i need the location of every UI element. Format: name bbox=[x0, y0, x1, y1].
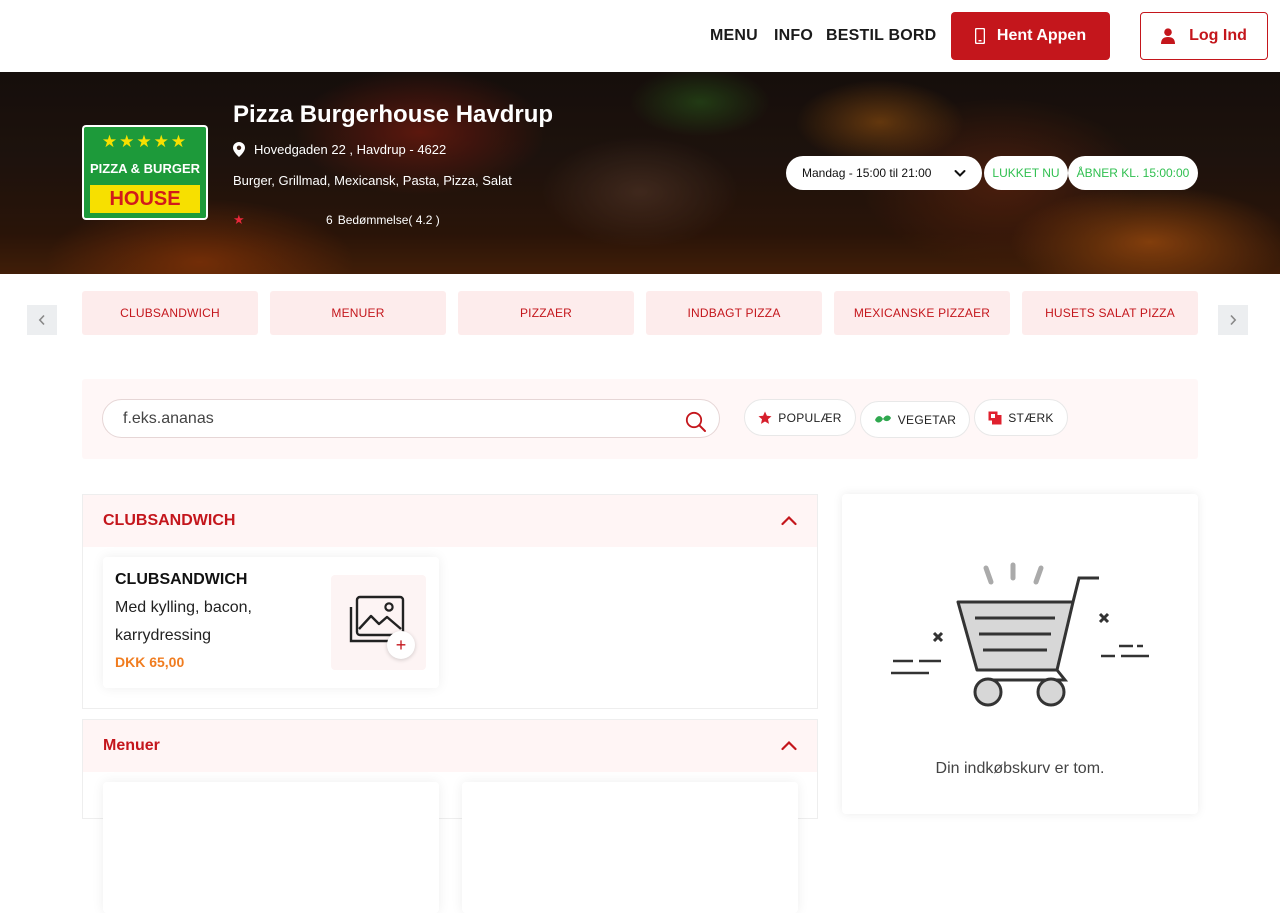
user-icon bbox=[1161, 28, 1176, 44]
restaurant-name: Pizza Burgerhouse Havdrup bbox=[233, 101, 554, 128]
opening-hours-value: Mandag - 15:00 til 21:00 bbox=[802, 166, 932, 180]
rating-summary: ★ 6 Bedømmelse( 4.2 ) bbox=[233, 212, 440, 228]
chevron-up-icon bbox=[781, 515, 797, 526]
login-label: Log Ind bbox=[1189, 27, 1247, 44]
search-icon[interactable] bbox=[685, 411, 707, 433]
restaurant-logo: ★★★★★ PIZZA & BURGER HOUSE bbox=[82, 125, 208, 220]
phone-icon bbox=[974, 28, 985, 44]
chevron-down-icon bbox=[954, 170, 966, 177]
restaurant-hero-banner: ★★★★★ PIZZA & BURGER HOUSE Pizza Burgerh… bbox=[0, 72, 1280, 274]
chili-icon bbox=[988, 411, 1002, 424]
star-icon bbox=[758, 411, 772, 424]
search-filter-bar: POPULÆR VEGETAR STÆRK bbox=[82, 379, 1198, 459]
nav-link-book-table[interactable]: BESTIL BORD bbox=[826, 27, 936, 45]
nav-link-menu[interactable]: MENU bbox=[710, 27, 758, 45]
rating-stars-icon: ★ bbox=[233, 212, 245, 227]
restaurant-address: Hovedgaden 22 , Havdrup - 4622 bbox=[233, 142, 446, 157]
category-tab-husets-salat-pizza[interactable]: HUSETS SALAT PIZZA bbox=[1022, 291, 1198, 335]
filter-spicy-label: STÆRK bbox=[1008, 410, 1054, 425]
item-price: DKK 65,00 bbox=[115, 654, 185, 670]
menu-item-card[interactable]: CLUBSANDWICH Med kylling, bacon, karrydr… bbox=[103, 557, 439, 688]
nav-link-info[interactable]: INFO bbox=[774, 27, 813, 45]
leaf-icon bbox=[874, 414, 891, 423]
search-input[interactable] bbox=[102, 399, 720, 438]
item-description: Med kylling, bacon, karrydressing bbox=[115, 599, 252, 644]
section-header-clubsandwich[interactable]: CLUBSANDWICH bbox=[83, 495, 817, 547]
category-scroll-right-button[interactable] bbox=[1218, 305, 1248, 335]
filter-vegetarian-button[interactable]: VEGETAR bbox=[860, 401, 970, 438]
top-navbar: MENU INFO BESTIL BORD Hent Appen Log Ind bbox=[0, 0, 1280, 72]
item-name: CLUBSANDWICH bbox=[115, 571, 248, 588]
filter-popular-button[interactable]: POPULÆR bbox=[744, 399, 856, 436]
login-button[interactable]: Log Ind bbox=[1140, 12, 1268, 60]
section-title: Menuer bbox=[103, 737, 160, 754]
get-app-label: Hent Appen bbox=[996, 27, 1087, 44]
category-tab-clubsandwich[interactable]: CLUBSANDWICH bbox=[82, 291, 258, 335]
chevron-up-icon bbox=[781, 740, 797, 751]
section-title: CLUBSANDWICH bbox=[103, 512, 236, 529]
get-app-button[interactable]: Hent Appen bbox=[951, 12, 1110, 60]
menu-item-card[interactable] bbox=[103, 782, 439, 913]
map-pin-icon bbox=[233, 142, 245, 157]
category-tab-menuer[interactable]: MENUER bbox=[270, 291, 446, 335]
item-image-placeholder: + bbox=[331, 575, 426, 670]
cuisine-tags: Burger, Grillmad, Mexicansk, Pasta, Pizz… bbox=[233, 173, 512, 188]
filter-vegetarian-label: VEGETAR bbox=[897, 412, 957, 427]
category-tab-pizzaer[interactable]: PIZZAER bbox=[458, 291, 634, 335]
add-to-cart-button[interactable]: + bbox=[387, 631, 415, 659]
filter-popular-label: POPULÆR bbox=[778, 410, 842, 425]
opens-at-badge: ÅBNER KL. 15:00:00 bbox=[1068, 156, 1198, 190]
category-tab-indbagt-pizza[interactable]: INDBAGT PIZZA bbox=[646, 291, 822, 335]
category-tab-mexicanske-pizzaer[interactable]: MEXICANSKE PIZZAER bbox=[834, 291, 1010, 335]
chevron-right-icon bbox=[1230, 314, 1237, 326]
opening-hours-dropdown[interactable]: Mandag - 15:00 til 21:00 bbox=[786, 156, 982, 190]
rating-label: Bedømmelse( 4.2 ) bbox=[337, 213, 440, 227]
rating-count: 6 bbox=[326, 213, 333, 227]
closed-now-badge: LUKKET NU bbox=[984, 156, 1068, 190]
category-scroll-left-button[interactable] bbox=[27, 305, 57, 335]
menu-section-menuer: Menuer bbox=[82, 719, 818, 913]
filter-spicy-button[interactable]: STÆRK bbox=[974, 399, 1068, 436]
logo-stars-icon: ★★★★★ bbox=[101, 132, 189, 151]
logo-text-top: PIZZA & BURGER bbox=[89, 161, 201, 176]
menu-item-card[interactable] bbox=[462, 782, 798, 913]
empty-cart-icon bbox=[891, 562, 1149, 707]
shopping-cart-panel: Din indkøbskurv er tom. bbox=[842, 494, 1198, 814]
section-header-menuer[interactable]: Menuer bbox=[83, 720, 817, 772]
logo-text-bottom: HOUSE bbox=[90, 185, 200, 213]
chevron-left-icon bbox=[38, 314, 45, 326]
cart-empty-message: Din indkøbskurv er tom. bbox=[935, 760, 1105, 777]
address-text: Hovedgaden 22 , Havdrup - 4622 bbox=[254, 142, 447, 157]
menu-section-clubsandwich: CLUBSANDWICH CLUBSANDWICH Med kylling, b… bbox=[82, 494, 818, 709]
